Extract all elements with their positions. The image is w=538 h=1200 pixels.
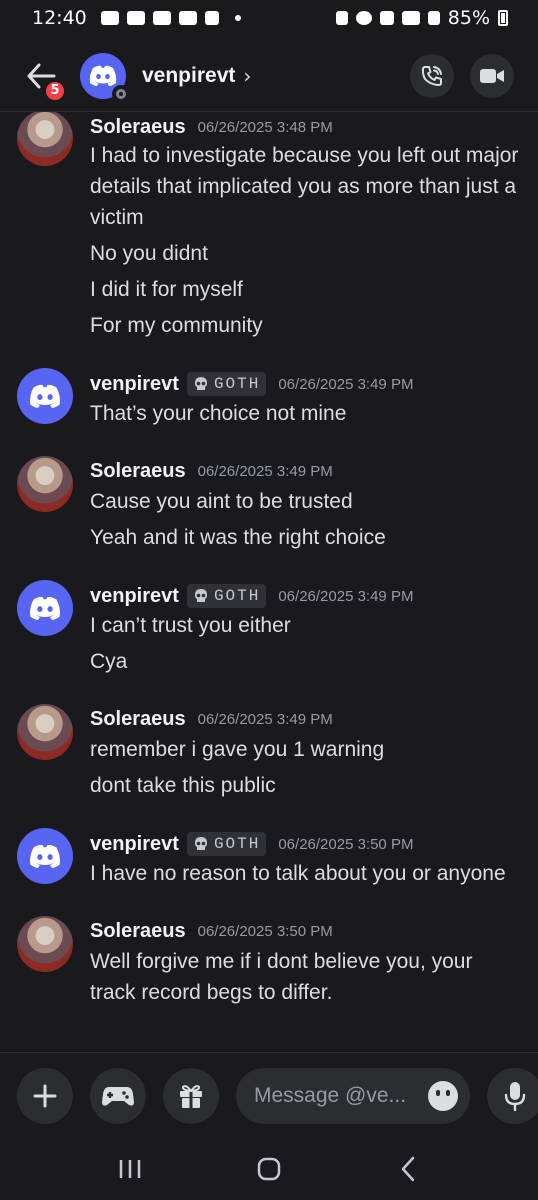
playstation-icon: [204, 11, 219, 25]
discord-logo-icon: [30, 596, 60, 620]
avatar[interactable]: [17, 112, 73, 166]
message-text: Yeah and it was the right choice: [90, 526, 386, 549]
role-tag-label: GOTH: [213, 835, 261, 853]
avatar[interactable]: [17, 916, 73, 972]
discord-logo-icon: [89, 65, 117, 86]
message-timestamp: 06/26/2025 3:49 PM: [278, 587, 414, 605]
message-input-placeholder: Message @ve...: [254, 1083, 407, 1107]
message-timestamp: 06/26/2025 3:49 PM: [278, 375, 414, 393]
battery-percent: 85%: [447, 7, 490, 29]
channel-name[interactable]: venpirevt: [142, 64, 235, 88]
message-timestamp: 06/26/2025 3:48 PM: [197, 119, 333, 136]
skull-icon: [194, 377, 207, 390]
add-attachment-button[interactable]: [17, 1067, 73, 1124]
message-text: That’s your choice not mine: [90, 402, 347, 425]
role-tag[interactable]: GOTH: [186, 372, 267, 396]
avatar[interactable]: [17, 456, 73, 512]
message-input[interactable]: Message @ve...: [236, 1067, 470, 1124]
youtube-icon: [178, 11, 197, 25]
alarm-icon: [355, 11, 372, 25]
message-text: I did it for myself: [90, 278, 243, 301]
unread-badge: 5: [44, 79, 66, 102]
voice-call-button[interactable]: [410, 53, 454, 98]
message-composer: Message @ve...: [0, 1052, 538, 1138]
message-timestamp: 06/26/2025 3:49 PM: [197, 711, 333, 728]
recents-icon: [119, 1160, 140, 1178]
discord-logo-icon: [30, 844, 60, 868]
message-text: I had to investigate because you left ou…: [90, 144, 519, 229]
avatar[interactable]: [17, 368, 73, 424]
message-timestamp: 06/26/2025 3:50 PM: [278, 835, 414, 853]
message-author[interactable]: venpirevt: [90, 585, 179, 608]
signal-icon: [427, 11, 440, 25]
gift-icon: [180, 1084, 202, 1108]
more-notifications-icon: [234, 15, 241, 21]
skull-icon: [194, 837, 207, 850]
message-text: No you didnt: [90, 242, 208, 265]
role-tag[interactable]: GOTH: [186, 832, 267, 856]
battery-icon: [498, 10, 508, 26]
chat-header: 5 venpirevt ›: [0, 40, 538, 112]
message-text: Cause you aint to be trusted: [90, 490, 353, 513]
battery-saver-icon: [335, 11, 348, 25]
message-text: Well forgive me if i dont believe you, y…: [90, 950, 473, 1004]
skull-icon: [194, 589, 207, 602]
recents-button[interactable]: [100, 1149, 160, 1189]
back-button[interactable]: 5: [6, 40, 76, 112]
notification-icon: [126, 11, 145, 25]
message-text: dont take this public: [90, 774, 276, 797]
emoji-icon[interactable]: [428, 1080, 458, 1111]
home-button[interactable]: [239, 1149, 299, 1189]
wifi-icon: [401, 11, 420, 25]
microphone-icon: [504, 1081, 526, 1111]
message-author[interactable]: Soleraeus: [90, 920, 186, 943]
notification-icon: [100, 11, 119, 25]
video-call-button[interactable]: [470, 53, 514, 98]
message-author[interactable]: Soleraeus: [90, 460, 186, 483]
phone-call-icon: [421, 65, 442, 86]
back-nav-button[interactable]: [378, 1149, 438, 1189]
gift-button[interactable]: [163, 1067, 219, 1124]
message-author[interactable]: Soleraeus: [90, 116, 186, 139]
role-tag-label: GOTH: [213, 375, 261, 393]
status-time: 12:40: [32, 7, 87, 29]
avatar[interactable]: [80, 52, 130, 103]
role-tag[interactable]: GOTH: [186, 584, 267, 608]
mute-icon: [379, 11, 394, 25]
gamepad-icon: [102, 1086, 134, 1106]
activities-button[interactable]: [90, 1067, 146, 1124]
discord-logo-icon: [30, 384, 60, 408]
voice-message-button[interactable]: [487, 1067, 538, 1124]
back-nav-icon: [402, 1156, 415, 1182]
message-text: I can’t trust you either: [90, 614, 291, 637]
message-timestamp: 06/26/2025 3:50 PM: [197, 923, 333, 940]
message-list[interactable]: Soleraeus 06/26/2025 3:48 PM I had to in…: [0, 112, 538, 1052]
message-author[interactable]: Soleraeus: [90, 708, 186, 731]
plus-icon: [33, 1084, 57, 1107]
youtube-icon: [152, 11, 171, 25]
avatar[interactable]: [17, 828, 73, 884]
avatar[interactable]: [17, 580, 73, 636]
home-icon: [257, 1157, 281, 1181]
message-author[interactable]: venpirevt: [90, 373, 179, 396]
message-timestamp: 06/26/2025 3:49 PM: [197, 463, 333, 480]
system-nav-bar: [0, 1138, 538, 1200]
message-text: For my community: [90, 314, 263, 337]
message-text: Cya: [90, 650, 128, 673]
avatar[interactable]: [17, 704, 73, 760]
status-bar: 12:40 85%: [0, 0, 538, 36]
role-tag-label: GOTH: [213, 587, 261, 605]
message-author[interactable]: venpirevt: [90, 833, 179, 856]
chevron-right-icon[interactable]: ›: [243, 64, 251, 88]
message-text: remember i gave you 1 warning: [90, 738, 385, 761]
video-camera-icon: [480, 68, 504, 83]
message-text: I have no reason to talk about you or an…: [90, 862, 506, 885]
offline-status-icon: [112, 84, 130, 103]
